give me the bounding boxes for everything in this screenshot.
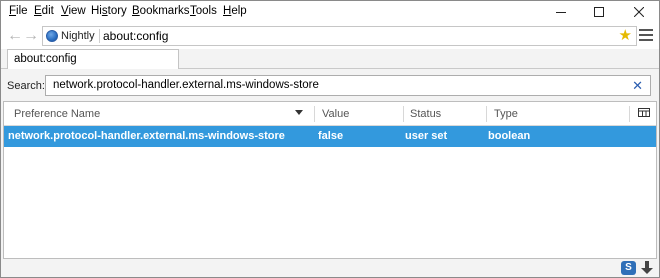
minimize-icon[interactable] (543, 1, 579, 23)
column-header-status[interactable]: Status (410, 102, 441, 126)
column-header-value[interactable]: Value (322, 102, 349, 126)
browser-window: File Edit View History Bookmarks Tools H… (0, 0, 660, 278)
site-identity-button[interactable]: Nightly (46, 29, 95, 43)
maximize-icon[interactable] (581, 1, 617, 23)
close-icon[interactable] (621, 1, 657, 23)
menu-bookmarks[interactable]: Bookmarks (132, 5, 190, 17)
cell-preference-name: network.protocol-handler.external.ms-win… (8, 130, 285, 142)
forward-arrow-icon[interactable]: → (23, 27, 39, 45)
url-text[interactable]: about:config (103, 29, 168, 43)
menu-edit[interactable]: Edit (34, 5, 54, 17)
search-value: network.protocol-handler.external.ms-win… (53, 79, 319, 91)
menu-history[interactable]: History (91, 5, 127, 17)
clear-search-icon[interactable]: ✕ (632, 78, 643, 94)
column-header-type[interactable]: Type (494, 102, 518, 126)
tab-label: about:config (14, 53, 77, 65)
globe-icon (46, 30, 58, 42)
star-icon[interactable]: ★ (619, 28, 632, 44)
table-header: Preference Name Value Status Type (4, 102, 656, 126)
search-input[interactable]: network.protocol-handler.external.ms-win… (45, 75, 651, 96)
column-divider[interactable] (314, 106, 315, 122)
url-separator (99, 29, 100, 43)
search-row: Search: network.protocol-handler.externa… (1, 69, 659, 101)
hamburger-menu-icon[interactable] (639, 29, 653, 41)
download-icon[interactable] (640, 260, 654, 276)
table-row[interactable]: network.protocol-handler.external.ms-win… (4, 126, 656, 147)
column-divider[interactable] (629, 106, 630, 122)
column-divider[interactable] (486, 106, 487, 122)
s-badge-icon[interactable]: S (621, 261, 636, 275)
menu-help[interactable]: Help (223, 5, 247, 17)
menu-view[interactable]: View (61, 5, 86, 17)
back-arrow-icon[interactable]: ← (7, 27, 23, 45)
navigation-bar: ← → Nightly about:config ★ (1, 23, 659, 49)
preferences-table: Preference Name Value Status Type networ… (3, 101, 657, 259)
menu-bar: File Edit View History Bookmarks Tools H… (1, 1, 659, 23)
identity-label: Nightly (61, 30, 95, 42)
tab-strip: about:config (1, 49, 659, 70)
status-bar: S (1, 259, 659, 277)
column-divider[interactable] (403, 106, 404, 122)
column-header-preference-name[interactable]: Preference Name (14, 102, 100, 126)
sort-descending-icon[interactable] (295, 110, 303, 115)
menu-tools[interactable]: Tools (190, 5, 217, 17)
cell-value: false (318, 130, 344, 142)
tab-about-config[interactable]: about:config (7, 49, 179, 70)
menu-file[interactable]: File (9, 5, 28, 17)
cell-type: boolean (488, 130, 531, 142)
column-picker-icon[interactable] (638, 107, 650, 119)
url-bar[interactable]: Nightly about:config ★ (42, 26, 637, 46)
search-label: Search: (7, 80, 45, 92)
cell-status: user set (405, 130, 448, 142)
